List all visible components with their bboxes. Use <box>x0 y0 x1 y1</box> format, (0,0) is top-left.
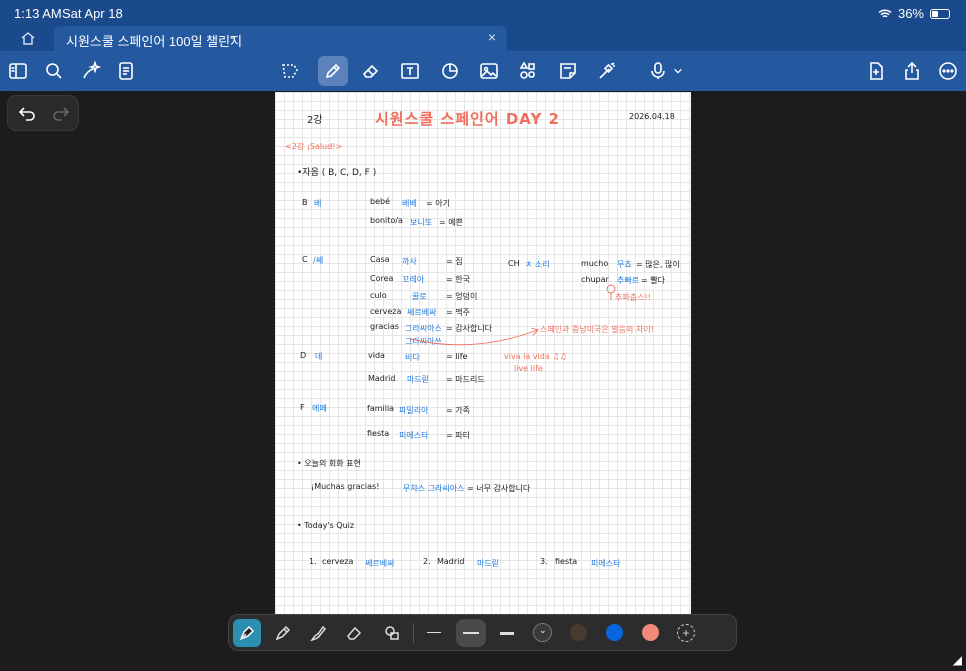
quiz-pron-3: 피에스타 <box>591 559 621 568</box>
thickness-medium <box>463 632 479 634</box>
d-ko-1: = life <box>446 352 468 361</box>
color-swatch-selected[interactable]: ⌄ <box>533 623 552 642</box>
document-tab[interactable]: 시원스쿨 스페인어 100일 챌린지 ⌄ × <box>54 26 507 51</box>
d-pron-1: 비다 <box>405 353 420 362</box>
ball-pen-icon[interactable] <box>271 621 295 645</box>
status-time: 1:13 AM <box>14 6 62 21</box>
image-icon[interactable] <box>477 59 501 83</box>
share-icon[interactable] <box>900 59 924 83</box>
document-icon[interactable] <box>114 59 138 83</box>
f-letter: F <box>300 403 305 412</box>
quiz-number-3: 3. <box>540 557 548 566</box>
wifi-icon <box>878 8 892 17</box>
search-icon[interactable] <box>42 59 66 83</box>
f-word-2: fiesta <box>367 429 390 438</box>
quiz-number-1: 1. <box>309 557 317 566</box>
song-title: viva la vida ♫♫ <box>504 352 567 361</box>
undo-icon[interactable] <box>18 104 36 122</box>
pen-icon[interactable] <box>318 56 348 86</box>
sidebar-icon[interactable] <box>6 59 30 83</box>
chevron-down-icon: ⌄ <box>539 625 547 635</box>
f-word-1: familia <box>367 404 395 413</box>
d-letter: D <box>300 351 307 360</box>
d-word-2: Madrid <box>368 374 396 383</box>
expression-korean: = 너무 감사합니다 <box>467 484 531 493</box>
brush-pen-icon[interactable] <box>307 621 331 645</box>
battery-percent: 36% <box>897 6 924 21</box>
laser-icon[interactable] <box>595 59 619 83</box>
quiz-word-1: cerveza <box>322 557 354 566</box>
status-date: Sat Apr 18 <box>62 6 123 21</box>
eraser-icon[interactable] <box>359 59 383 83</box>
chevron-down-icon[interactable]: ⌄ <box>228 31 236 42</box>
more-icon[interactable] <box>936 59 960 83</box>
expression-spanish: ¡Muchas gracias! <box>311 482 380 491</box>
d-ko-2: = 마드리드 <box>446 375 485 384</box>
quiz-header: • Today's Quiz <box>297 521 355 530</box>
home-icon[interactable] <box>20 31 36 45</box>
fountain-pen-icon[interactable] <box>233 619 261 647</box>
f-ko-2: = 파티 <box>446 431 470 440</box>
elements-icon[interactable] <box>516 59 540 83</box>
shapes-icon[interactable] <box>438 59 462 83</box>
expression-pronunciation: 무챠스 그라씨아스 <box>403 484 465 493</box>
color-swatch-brown[interactable] <box>570 624 587 641</box>
annotation-arrow <box>409 327 539 346</box>
quiz-number-2: 2. <box>423 557 431 566</box>
expression-header: • 오늘의 회화 표현 <box>297 459 361 468</box>
f-ko-1: = 가족 <box>446 406 470 415</box>
f-pron-1: 파밀리아 <box>399 406 429 415</box>
thickness-thin[interactable] <box>427 632 441 633</box>
song-translation: live life <box>514 364 543 373</box>
status-bar: 1:13 AM Sat Apr 18 36% <box>0 0 966 26</box>
undo-redo-group <box>7 95 79 131</box>
color-swatch-blue[interactable] <box>606 624 623 641</box>
note-page[interactable]: 2강 시원스쿨 스페인어 DAY 2 2026.04.18 <2강 ¡Salud… <box>275 92 691 625</box>
tab-bar: 시원스쿨 스페인어 100일 챌린지 ⌄ × <box>0 26 966 51</box>
penbar-divider <box>413 623 414 643</box>
quiz-pron-2: 마드릳 <box>477 559 500 568</box>
annotation-strokes <box>409 284 616 346</box>
d-pron-2: 마드릳 <box>407 375 430 384</box>
f-pron-2: 피에스타 <box>399 431 429 440</box>
d-word-1: vida <box>368 351 385 360</box>
d-name: 데 <box>315 352 323 361</box>
quiz-pron-1: 쎄르베싸 <box>365 559 395 568</box>
resize-corner-icon[interactable]: ◢ <box>953 653 962 667</box>
color-swatch-pink[interactable] <box>642 624 659 641</box>
sticky-note-icon[interactable] <box>556 59 580 83</box>
quiz-word-3: fiesta <box>555 557 578 566</box>
battery-level <box>932 10 938 17</box>
lollipop-drawing <box>606 284 616 294</box>
ai-sparkle-icon[interactable] <box>79 59 103 83</box>
mic-icon[interactable] <box>646 59 670 83</box>
text-box-icon[interactable] <box>398 59 422 83</box>
status-right: 36% <box>878 6 950 21</box>
f-name: 에페 <box>312 404 327 413</box>
mic-chevron-down-icon[interactable] <box>672 59 684 83</box>
pronunciation-note: 스페인과 중남미국은 발음의 차이! <box>540 325 654 334</box>
pen-toolbar: ⌄ + <box>228 614 737 651</box>
add-color-button[interactable]: + <box>677 624 695 642</box>
tab-title: 시원스쿨 스페인어 100일 챌린지 <box>66 34 243 49</box>
add-page-icon[interactable] <box>864 59 888 83</box>
quiz-word-2: Madrid <box>437 557 465 566</box>
shape-tool-icon[interactable] <box>380 621 404 645</box>
toolbar <box>0 51 966 91</box>
lasso-icon[interactable] <box>278 59 302 83</box>
redo-icon[interactable] <box>52 104 70 122</box>
thickness-thick[interactable] <box>500 632 514 635</box>
eraser-tool-icon[interactable] <box>342 621 366 645</box>
close-tab-button[interactable]: × <box>488 29 496 45</box>
battery-icon <box>930 8 950 19</box>
